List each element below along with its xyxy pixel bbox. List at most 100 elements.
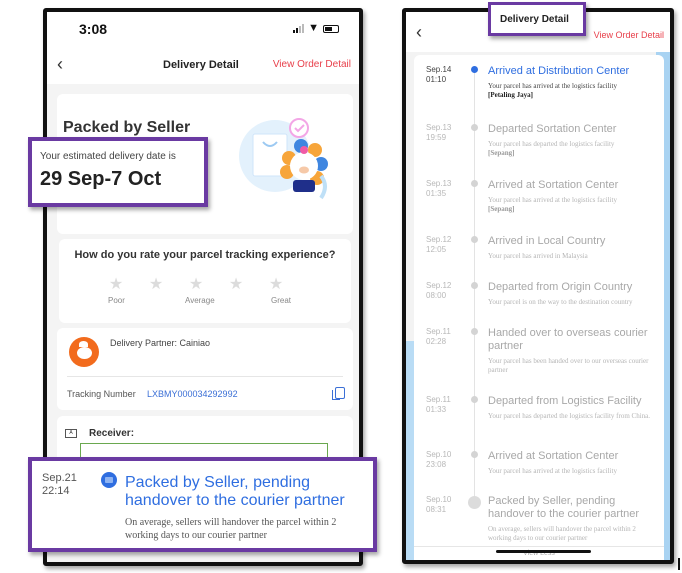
timeline-title: Arrived at Sortation Center xyxy=(488,179,619,191)
divider xyxy=(67,376,343,377)
comparison-canvas: 3:08 ▼ ‹ Delivery Detail View Order Deta… xyxy=(0,0,682,573)
timeline-dot-icon xyxy=(471,66,478,73)
timeline-date: Sep.10 xyxy=(426,450,452,459)
status-time: 3:08 xyxy=(79,21,108,37)
timeline-datetime: Sep.12 12:05 xyxy=(426,235,451,255)
cainiao-logo-icon xyxy=(69,337,99,367)
timeline-time: 01:35 xyxy=(426,189,447,198)
view-less-bar: View Less xyxy=(414,546,664,560)
timeline-title: Handed over to overseas courier partner xyxy=(488,327,648,352)
delivery-partner-name: Delivery Partner: Cainiao xyxy=(110,338,211,348)
nav-bar: ‹ Delivery Detail View Order Detail xyxy=(47,48,359,84)
star-icon-5[interactable]: ★ xyxy=(267,274,285,294)
timeline-title: Arrived in Local Country xyxy=(488,235,606,247)
timeline-datetime: Sep.12 08:00 xyxy=(426,281,451,301)
timeline-date: Sep.14 xyxy=(426,65,452,74)
status-bar: 3:08 ▼ xyxy=(47,12,359,48)
battery-icon xyxy=(323,24,339,33)
star-icon-3[interactable]: ★ xyxy=(187,274,205,294)
star-icon-4[interactable]: ★ xyxy=(227,274,245,294)
timeline-time: 12:05 xyxy=(426,245,447,254)
star-rating[interactable]: ★ ★ ★ ★ ★ xyxy=(107,274,285,294)
event-description: On average, sellers will handover the pa… xyxy=(125,517,337,541)
timeline-time: 02:28 xyxy=(426,337,447,346)
back-chevron-icon[interactable]: ‹ xyxy=(57,54,63,75)
timeline-datetime: Sep.13 19:59 xyxy=(426,123,451,143)
timeline-description: Your parcel has arrived at the logistics… xyxy=(488,196,660,214)
star-icon-1[interactable]: ★ xyxy=(107,274,125,294)
timeline-title: Departed from Logistics Facility xyxy=(488,395,642,407)
timeline-datetime: Sep.13 01:35 xyxy=(426,179,451,199)
wifi-icon: ▼ xyxy=(308,22,319,34)
package-status-icon xyxy=(101,472,117,488)
signal-icon xyxy=(293,24,305,33)
status-title: Packed by Seller xyxy=(63,119,191,136)
timeline-title: Departed from Origin Country xyxy=(488,281,633,293)
event-time: 22:14 xyxy=(42,485,70,497)
timeline-description: On average, sellers will handover the pa… xyxy=(488,525,660,543)
timeline-datetime: Sep.10 08:31 xyxy=(426,495,451,515)
tracking-number-label: Tracking Number xyxy=(67,389,136,399)
timeline-description: Your parcel has departed the logistics f… xyxy=(488,140,660,158)
back-chevron-icon[interactable]: ‹ xyxy=(416,22,422,43)
timeline-description-text: Your parcel has arrived at the logistics… xyxy=(488,196,617,204)
timeline-date: Sep.11 xyxy=(426,327,451,336)
timeline-description: Your parcel is on the way to the destina… xyxy=(488,298,660,307)
timeline-time: 08:00 xyxy=(426,291,447,300)
status-icons: ▼ xyxy=(293,22,339,34)
delivery-detail-title-callout: Delivery Detail xyxy=(488,2,586,36)
timeline-description-text: Your parcel has been handed over to our … xyxy=(488,357,649,374)
estimated-delivery-date: 29 Sep-7 Oct xyxy=(40,168,162,190)
timeline-place: [Sepang] xyxy=(488,205,515,213)
delivery-partner-card: Delivery Partner: Cainiao Tracking Numbe… xyxy=(57,328,353,410)
id-card-icon: A xyxy=(65,429,77,438)
timeline-time: 23:08 xyxy=(426,460,447,469)
timeline-date: Sep.13 xyxy=(426,179,452,188)
label-great: Great xyxy=(271,296,292,305)
label-average: Average xyxy=(185,296,215,305)
page-title: Delivery Detail xyxy=(163,59,239,71)
timeline-date: Sep.11 xyxy=(426,395,451,404)
copy-icon[interactable] xyxy=(332,387,345,400)
tracking-timeline: Sep.14 01:10 Arrived at Distribution Cente… xyxy=(414,55,664,560)
event-title: Packed by Seller, pending handover to th… xyxy=(125,474,345,509)
timeline-dot-icon xyxy=(471,328,478,335)
timeline-title: Packed by Seller, pending handover to th… xyxy=(488,495,640,520)
label-poor: Poor xyxy=(108,296,125,305)
view-order-detail-link[interactable]: View Order Detail xyxy=(273,59,351,70)
timeline-description: Your parcel has been handed over to our … xyxy=(488,357,660,375)
timeline-description: Your parcel has arrived at the logistics… xyxy=(488,82,660,100)
home-indicator[interactable] xyxy=(496,550,591,553)
timeline-description-text: On average, sellers will handover the pa… xyxy=(488,525,636,542)
mascot-illustration-icon xyxy=(239,118,328,200)
star-icon-2[interactable]: ★ xyxy=(147,274,165,294)
timeline-time: 01:33 xyxy=(426,405,447,414)
timeline-description-text: Your parcel has arrived at the logistics… xyxy=(488,467,617,475)
timeline-title: Arrived at Sortation Center xyxy=(488,450,619,462)
estimated-delivery-label: Your estimated delivery date is xyxy=(40,151,176,162)
right-phone-screen: ‹ View Order Detail Sep.14 01:10 Arrived a… xyxy=(402,8,674,564)
timeline-title: Arrived at Distribution Center xyxy=(488,65,630,77)
timeline-dot-icon xyxy=(471,396,478,403)
timeline-datetime: Sep.10 23:08 xyxy=(426,450,451,470)
timeline-place: [Petaling Jaya] xyxy=(488,91,533,99)
timeline-time: 19:59 xyxy=(426,133,447,142)
timeline-dot-icon xyxy=(471,180,478,187)
view-order-detail-link[interactable]: View Order Detail xyxy=(594,30,664,40)
timeline-place: [Sepang] xyxy=(488,149,515,157)
timeline-time: 01:10 xyxy=(426,75,447,84)
tracking-number-value[interactable]: LXBMY000034292992 xyxy=(147,389,238,399)
rating-card: How do you rate your parcel tracking exp… xyxy=(59,239,351,323)
text-cursor-mark xyxy=(678,558,680,570)
event-date: Sep.21 xyxy=(42,472,77,484)
timeline-description: Your parcel has arrived at the logistics… xyxy=(488,467,660,476)
timeline-description-text: Your parcel has departed the logistics f… xyxy=(488,412,650,420)
timeline-datetime: Sep.14 01:10 xyxy=(426,65,451,85)
latest-event-callout: Sep.21 22:14 Packed by Seller, pending h… xyxy=(28,457,377,552)
timeline-description: Your parcel has arrived in Malaysia xyxy=(488,252,660,261)
timeline-description-text: Your parcel has arrived in Malaysia xyxy=(488,252,588,260)
timeline-description-text: Your parcel has departed the logistics f… xyxy=(488,140,615,148)
timeline-title: Departed Sortation Center xyxy=(488,123,617,135)
rating-question: How do you rate your parcel tracking exp… xyxy=(74,249,336,261)
timeline-dot-icon xyxy=(471,124,478,131)
